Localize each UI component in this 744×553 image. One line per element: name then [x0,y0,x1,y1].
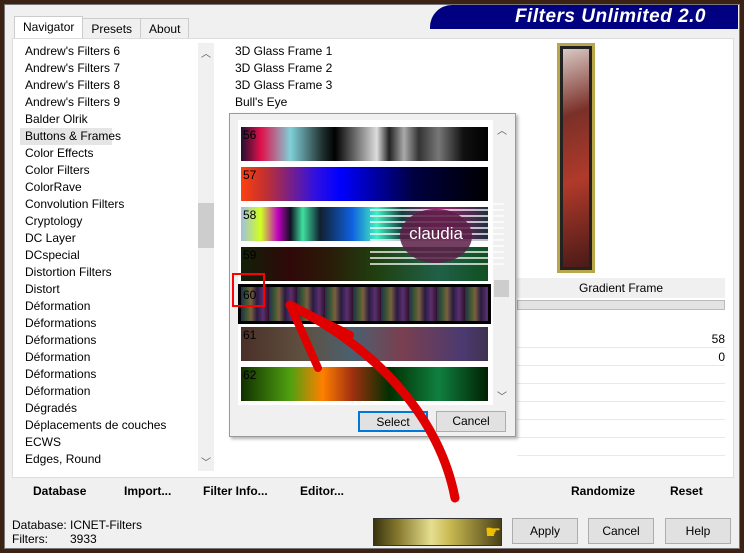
highlight-box [232,273,265,307]
red-arrow [285,300,460,503]
annotation-overlay [232,273,460,503]
